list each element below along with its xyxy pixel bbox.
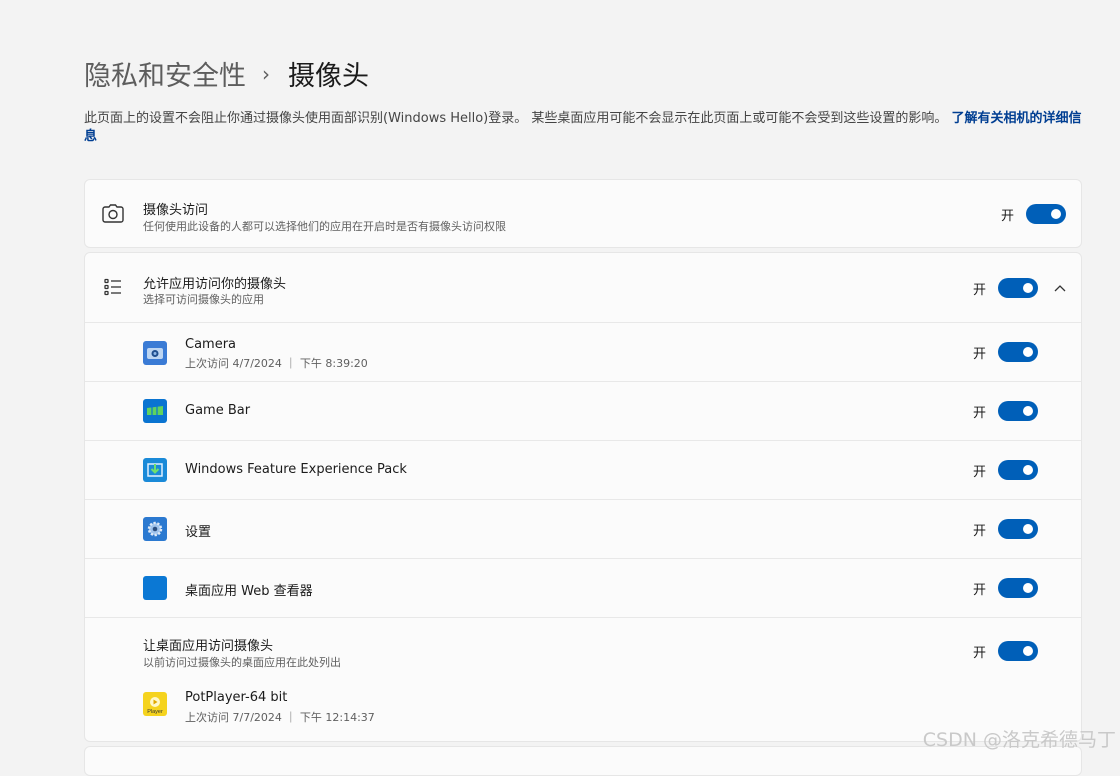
app-name: Camera (185, 337, 237, 352)
camera-access-title: 摄像头访问 (143, 203, 209, 218)
app-state: 开 (973, 405, 987, 421)
app-state: 开 (973, 346, 987, 362)
camera-access-toggle[interactable] (1026, 204, 1067, 224)
description-text: 此页面上的设置不会阻止你通过摄像头使用面部识别(Windows Hello)登录… (84, 111, 952, 126)
feature-pack-icon (143, 458, 167, 482)
chevron-up-icon[interactable] (1048, 276, 1072, 300)
camera-icon (101, 202, 125, 226)
settings-gear-icon (143, 517, 167, 541)
desktop-apps-toggle[interactable] (998, 641, 1039, 661)
settings-toggle[interactable] (998, 519, 1039, 539)
desktop-apps-subtitle: 以前访问过摄像头的桌面应用在此处列出 (143, 656, 341, 669)
breadcrumb-separator: › (262, 61, 270, 86)
app-toggle-group: 开 (973, 460, 1039, 480)
desktop-apps-title: 让桌面应用访问摄像头 (143, 639, 274, 654)
list-icon (101, 275, 125, 299)
app-name: 桌面应用 Web 查看器 (185, 584, 313, 599)
app-row-feature-pack: Windows Feature Experience Pack 开 (85, 441, 1081, 499)
desktop-apps-state: 开 (973, 645, 987, 661)
app-name: PotPlayer-64 bit (185, 690, 288, 705)
camera-access-subtitle: 任何使用此设备的人都可以选择他们的应用在开启时是否有摄像头访问权限 (143, 220, 506, 233)
web-viewer-icon (143, 576, 167, 600)
app-state: 开 (973, 464, 987, 480)
allow-apps-header[interactable]: 允许应用访问你的摄像头 选择可访问摄像头的应用 开 (85, 253, 1081, 322)
app-row-camera: Camera 上次访问 4/7/2024 ｜ 下午 8:39:20 开 (85, 323, 1081, 381)
game-bar-icon (143, 399, 167, 423)
breadcrumb: 隐私和安全性 › 摄像头 (84, 54, 369, 93)
desktop-apps-toggle-group: 开 (973, 641, 1039, 661)
app-row-web-viewer: 桌面应用 Web 查看器 开 (85, 559, 1081, 617)
page-description: 此页面上的设置不会阻止你通过摄像头使用面部识别(Windows Hello)登录… (84, 110, 1084, 146)
app-toggle-group: 开 (973, 578, 1039, 598)
allow-apps-subtitle: 选择可访问摄像头的应用 (143, 293, 264, 306)
app-toggle-group: 开 (973, 342, 1039, 362)
app-toggle-group: 开 (973, 519, 1039, 539)
camera-app-icon (143, 341, 167, 365)
web-viewer-toggle[interactable] (998, 578, 1039, 598)
app-state: 开 (973, 523, 987, 539)
potplayer-badge-text: Player (147, 709, 163, 715)
game-bar-toggle[interactable] (998, 401, 1039, 421)
app-last-access: 上次访问 4/7/2024 ｜ 下午 8:39:20 (185, 357, 368, 370)
page-title: 摄像头 (288, 61, 369, 92)
camera-access-state: 开 (1001, 208, 1015, 224)
allow-apps-title: 允许应用访问你的摄像头 (143, 277, 287, 292)
app-name: Windows Feature Experience Pack (185, 462, 407, 477)
allow-apps-card: 允许应用访问你的摄像头 选择可访问摄像头的应用 开 Camera 上次访问 4/… (84, 252, 1082, 742)
app-state: 开 (973, 582, 987, 598)
app-row-settings: 设置 开 (85, 500, 1081, 558)
allow-apps-toggle-group: 开 (973, 278, 1039, 298)
app-row-game-bar: Game Bar 开 (85, 382, 1081, 440)
camera-access-card: 摄像头访问 任何使用此设备的人都可以选择他们的应用在开启时是否有摄像头访问权限 … (84, 179, 1082, 248)
feature-pack-toggle[interactable] (998, 460, 1039, 480)
allow-apps-state: 开 (973, 282, 987, 298)
app-name: 设置 (185, 525, 212, 540)
app-last-access: 上次访问 7/7/2024 ｜ 下午 12:14:37 (185, 711, 375, 724)
camera-app-toggle[interactable] (998, 342, 1039, 362)
breadcrumb-parent[interactable]: 隐私和安全性 (84, 54, 246, 93)
app-toggle-group: 开 (973, 401, 1039, 421)
camera-access-toggle-group: 开 (1001, 204, 1067, 224)
potplayer-icon: Player (143, 692, 167, 716)
watermark: CSDN @洛克希德马丁 (922, 729, 1116, 751)
allow-apps-toggle[interactable] (998, 278, 1039, 298)
app-name: Game Bar (185, 403, 251, 418)
